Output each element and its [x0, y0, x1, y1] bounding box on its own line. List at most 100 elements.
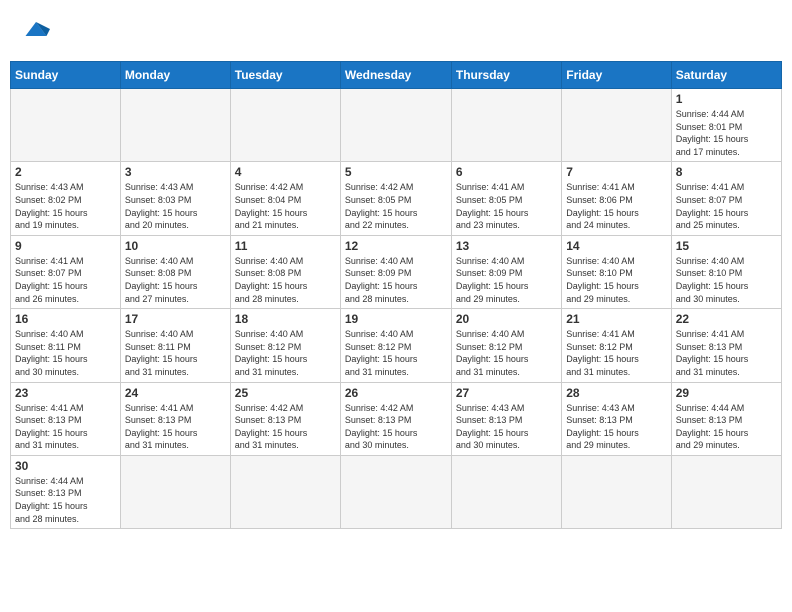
day-number: 26: [345, 386, 447, 400]
logo: [20, 15, 50, 48]
day-number: 8: [676, 165, 777, 179]
day-info: Sunrise: 4:40 AM Sunset: 8:09 PM Dayligh…: [456, 255, 557, 305]
day-number: 20: [456, 312, 557, 326]
calendar-day: 17 Sunrise: 4:40 AM Sunset: 8:11 PM Dayli…: [120, 309, 230, 382]
weekday-header-wednesday: Wednesday: [340, 62, 451, 89]
day-info: Sunrise: 4:42 AM Sunset: 8:04 PM Dayligh…: [235, 181, 336, 231]
calendar-day: 6Sunrise: 4:41 AM Sunset: 8:05 PM Daylig…: [451, 162, 561, 235]
day-info: Sunrise: 4:40 AM Sunset: 8:08 PM Dayligh…: [125, 255, 226, 305]
day-info: Sunrise: 4:40 AM Sunset: 8:12 PM Dayligh…: [345, 328, 447, 378]
day-info: Sunrise: 4:43 AM Sunset: 8:13 PM Dayligh…: [566, 402, 666, 452]
day-number: 17: [125, 312, 226, 326]
day-number: 21: [566, 312, 666, 326]
calendar-day: [671, 455, 781, 528]
weekday-header-friday: Friday: [562, 62, 671, 89]
calendar-week-1: 1 Sunrise: 4:44 AM Sunset: 8:01 PM Daylig…: [11, 89, 782, 162]
weekday-header-sunday: Sunday: [11, 62, 121, 89]
day-info: Sunrise: 4:40 AM Sunset: 8:08 PM Dayligh…: [235, 255, 336, 305]
day-info: Sunrise: 4:43 AM Sunset: 8:13 PM Dayligh…: [456, 402, 557, 452]
calendar-day: 7Sunrise: 4:41 AM Sunset: 8:06 PM Daylig…: [562, 162, 671, 235]
weekday-header-thursday: Thursday: [451, 62, 561, 89]
day-number: 29: [676, 386, 777, 400]
day-info: Sunrise: 4:42 AM Sunset: 8:13 PM Dayligh…: [345, 402, 447, 452]
calendar-week-2: 2Sunrise: 4:43 AM Sunset: 8:02 PM Daylig…: [11, 162, 782, 235]
day-info: Sunrise: 4:40 AM Sunset: 8:10 PM Dayligh…: [676, 255, 777, 305]
calendar-table: SundayMondayTuesdayWednesdayThursdayFrid…: [10, 61, 782, 529]
day-info: Sunrise: 4:40 AM Sunset: 8:09 PM Dayligh…: [345, 255, 447, 305]
day-number: 14: [566, 239, 666, 253]
day-number: 16: [15, 312, 116, 326]
weekday-header-monday: Monday: [120, 62, 230, 89]
calendar-day: [562, 455, 671, 528]
calendar-day: 10 Sunrise: 4:40 AM Sunset: 8:08 PM Dayli…: [120, 235, 230, 308]
day-number: 5: [345, 165, 447, 179]
calendar-day: 15 Sunrise: 4:40 AM Sunset: 8:10 PM Dayli…: [671, 235, 781, 308]
day-number: 3: [125, 165, 226, 179]
weekday-header-saturday: Saturday: [671, 62, 781, 89]
day-info: Sunrise: 4:40 AM Sunset: 8:10 PM Dayligh…: [566, 255, 666, 305]
calendar-day: [451, 455, 561, 528]
day-info: Sunrise: 4:40 AM Sunset: 8:12 PM Dayligh…: [235, 328, 336, 378]
calendar-day: 1 Sunrise: 4:44 AM Sunset: 8:01 PM Daylig…: [671, 89, 781, 162]
calendar-week-3: 9Sunrise: 4:41 AM Sunset: 8:07 PM Daylig…: [11, 235, 782, 308]
day-info: Sunrise: 4:40 AM Sunset: 8:11 PM Dayligh…: [125, 328, 226, 378]
day-info: Sunrise: 4:44 AM Sunset: 8:13 PM Dayligh…: [15, 475, 116, 525]
day-info: Sunrise: 4:41 AM Sunset: 8:13 PM Dayligh…: [15, 402, 116, 452]
calendar-day: 3Sunrise: 4:43 AM Sunset: 8:03 PM Daylig…: [120, 162, 230, 235]
calendar-day: [340, 89, 451, 162]
day-info: Sunrise: 4:44 AM Sunset: 8:01 PM Dayligh…: [676, 108, 777, 158]
calendar-day: 21 Sunrise: 4:41 AM Sunset: 8:12 PM Dayli…: [562, 309, 671, 382]
calendar-day: 14 Sunrise: 4:40 AM Sunset: 8:10 PM Dayli…: [562, 235, 671, 308]
calendar-day: 9Sunrise: 4:41 AM Sunset: 8:07 PM Daylig…: [11, 235, 121, 308]
calendar-day: 30 Sunrise: 4:44 AM Sunset: 8:13 PM Dayli…: [11, 455, 121, 528]
calendar-day: 18Sunrise: 4:40 AM Sunset: 8:12 PM Dayli…: [230, 309, 340, 382]
calendar-day: 26 Sunrise: 4:42 AM Sunset: 8:13 PM Dayli…: [340, 382, 451, 455]
calendar-day: [230, 89, 340, 162]
calendar-day: 5 Sunrise: 4:42 AM Sunset: 8:05 PM Daylig…: [340, 162, 451, 235]
day-number: 15: [676, 239, 777, 253]
calendar-day: 22Sunrise: 4:41 AM Sunset: 8:13 PM Dayli…: [671, 309, 781, 382]
day-number: 6: [456, 165, 557, 179]
calendar-day: 11 Sunrise: 4:40 AM Sunset: 8:08 PM Dayli…: [230, 235, 340, 308]
day-info: Sunrise: 4:42 AM Sunset: 8:05 PM Dayligh…: [345, 181, 447, 231]
calendar-day: [451, 89, 561, 162]
calendar-day: [120, 89, 230, 162]
calendar-day: 19 Sunrise: 4:40 AM Sunset: 8:12 PM Dayli…: [340, 309, 451, 382]
day-number: 4: [235, 165, 336, 179]
calendar-day: 12Sunrise: 4:40 AM Sunset: 8:09 PM Dayli…: [340, 235, 451, 308]
calendar-day: 8 Sunrise: 4:41 AM Sunset: 8:07 PM Daylig…: [671, 162, 781, 235]
calendar-day: 20 Sunrise: 4:40 AM Sunset: 8:12 PM Dayli…: [451, 309, 561, 382]
calendar-day: [562, 89, 671, 162]
day-number: 1: [676, 92, 777, 106]
page-header: [10, 10, 782, 53]
calendar-day: 4 Sunrise: 4:42 AM Sunset: 8:04 PM Daylig…: [230, 162, 340, 235]
calendar-week-6: 30 Sunrise: 4:44 AM Sunset: 8:13 PM Dayli…: [11, 455, 782, 528]
calendar-day: 25Sunrise: 4:42 AM Sunset: 8:13 PM Dayli…: [230, 382, 340, 455]
day-number: 27: [456, 386, 557, 400]
day-info: Sunrise: 4:40 AM Sunset: 8:11 PM Dayligh…: [15, 328, 116, 378]
logo-icon: [22, 15, 50, 43]
calendar-day: 16 Sunrise: 4:40 AM Sunset: 8:11 PM Dayli…: [11, 309, 121, 382]
day-info: Sunrise: 4:40 AM Sunset: 8:12 PM Dayligh…: [456, 328, 557, 378]
day-info: Sunrise: 4:41 AM Sunset: 8:07 PM Dayligh…: [676, 181, 777, 231]
calendar-day: 13Sunrise: 4:40 AM Sunset: 8:09 PM Dayli…: [451, 235, 561, 308]
calendar-day: [120, 455, 230, 528]
calendar-day: 24 Sunrise: 4:41 AM Sunset: 8:13 PM Dayli…: [120, 382, 230, 455]
day-info: Sunrise: 4:41 AM Sunset: 8:12 PM Dayligh…: [566, 328, 666, 378]
calendar-day: 2Sunrise: 4:43 AM Sunset: 8:02 PM Daylig…: [11, 162, 121, 235]
day-number: 30: [15, 459, 116, 473]
calendar-day: 27 Sunrise: 4:43 AM Sunset: 8:13 PM Dayli…: [451, 382, 561, 455]
day-number: 11: [235, 239, 336, 253]
day-number: 10: [125, 239, 226, 253]
day-number: 9: [15, 239, 116, 253]
calendar-week-5: 23Sunrise: 4:41 AM Sunset: 8:13 PM Dayli…: [11, 382, 782, 455]
day-number: 24: [125, 386, 226, 400]
day-number: 25: [235, 386, 336, 400]
day-info: Sunrise: 4:41 AM Sunset: 8:13 PM Dayligh…: [125, 402, 226, 452]
weekday-header-tuesday: Tuesday: [230, 62, 340, 89]
day-info: Sunrise: 4:43 AM Sunset: 8:02 PM Dayligh…: [15, 181, 116, 231]
calendar-week-4: 16 Sunrise: 4:40 AM Sunset: 8:11 PM Dayli…: [11, 309, 782, 382]
day-number: 19: [345, 312, 447, 326]
calendar-day: 28Sunrise: 4:43 AM Sunset: 8:13 PM Dayli…: [562, 382, 671, 455]
day-number: 22: [676, 312, 777, 326]
